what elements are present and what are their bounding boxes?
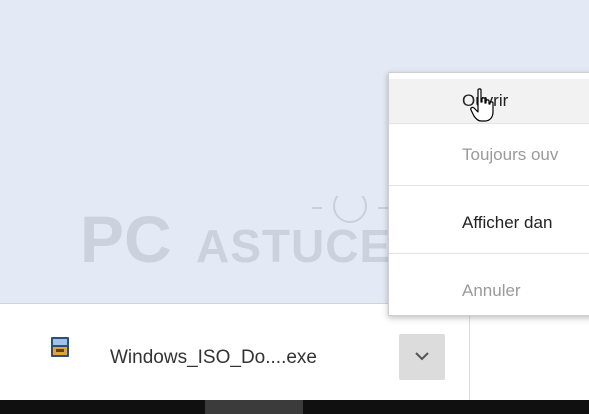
menu-item-show-in-folder[interactable]: Afficher dan	[389, 201, 589, 245]
shelf-divider	[469, 304, 470, 401]
menu-separator	[389, 253, 589, 254]
chevron-down-icon	[415, 352, 429, 361]
download-options-button[interactable]	[399, 334, 445, 380]
menu-item-cancel-label: Annuler	[462, 281, 521, 300]
menu-separator	[389, 185, 589, 186]
menu-item-always-open-label: Toujours ouv	[462, 145, 559, 164]
taskbar-item[interactable]	[205, 400, 303, 414]
hand-pointer-cursor-icon	[470, 88, 494, 122]
menu-item-always-open[interactable]: Toujours ouv	[389, 133, 589, 177]
menu-item-cancel[interactable]: Annuler	[389, 269, 589, 313]
download-shelf: Windows_ISO_Do....exe	[0, 303, 589, 401]
installer-file-icon[interactable]	[50, 336, 70, 358]
watermark-pc: PC	[80, 202, 172, 276]
menu-item-show-in-folder-label: Afficher dan	[462, 213, 553, 232]
download-file-name[interactable]: Windows_ISO_Do....exe	[110, 347, 317, 369]
taskbar	[0, 400, 589, 414]
